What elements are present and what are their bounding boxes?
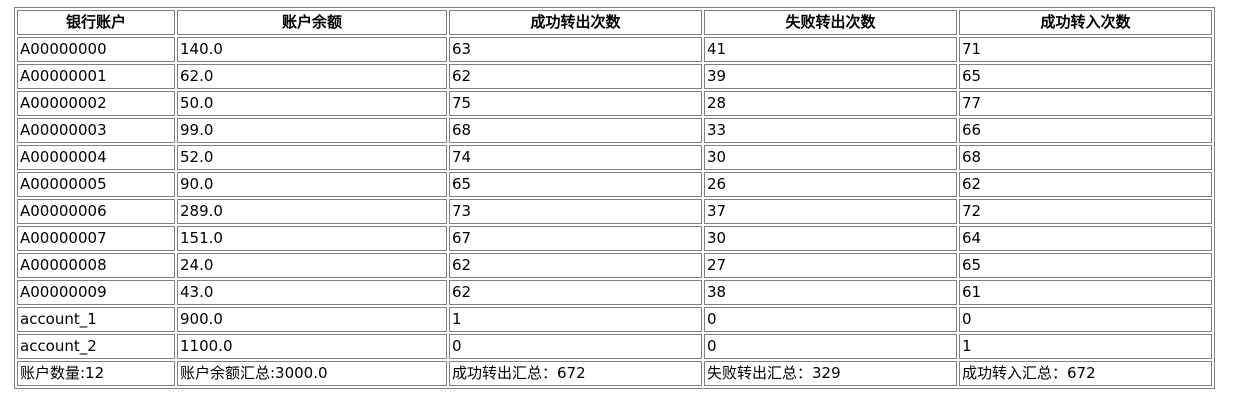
cell-balance: 140.0: [177, 37, 447, 62]
cell-success-out: 63: [449, 37, 702, 62]
summary-failed-out-total: 失败转出汇总：329: [704, 361, 957, 386]
header-failed-out: 失败转出次数: [704, 10, 957, 35]
table-row: A00000007 151.0 67 30 64: [17, 226, 1212, 251]
cell-success-out: 67: [449, 226, 702, 251]
cell-success-in: 66: [959, 118, 1212, 143]
header-success-out: 成功转出次数: [449, 10, 702, 35]
table-row: A00000001 62.0 62 39 65: [17, 64, 1212, 89]
cell-failed-out: 38: [704, 280, 957, 305]
table-row: A00000003 99.0 68 33 66: [17, 118, 1212, 143]
cell-success-out: 68: [449, 118, 702, 143]
cell-balance: 52.0: [177, 145, 447, 170]
cell-account: account_2: [17, 334, 175, 359]
summary-success-in-total: 成功转入汇总：672: [959, 361, 1212, 386]
cell-success-in: 68: [959, 145, 1212, 170]
cell-success-in: 61: [959, 280, 1212, 305]
cell-success-out: 73: [449, 199, 702, 224]
cell-account: A00000001: [17, 64, 175, 89]
cell-account: A00000009: [17, 280, 175, 305]
table-row: account_1 900.0 1 0 0: [17, 307, 1212, 332]
cell-account: A00000004: [17, 145, 175, 170]
cell-success-in: 65: [959, 253, 1212, 278]
cell-success-out: 0: [449, 334, 702, 359]
cell-failed-out: 30: [704, 226, 957, 251]
cell-account: A00000008: [17, 253, 175, 278]
cell-balance: 90.0: [177, 172, 447, 197]
cell-account: A00000007: [17, 226, 175, 251]
summary-success-out-total: 成功转出汇总：672: [449, 361, 702, 386]
cell-balance: 43.0: [177, 280, 447, 305]
cell-balance: 50.0: [177, 91, 447, 116]
cell-success-in: 72: [959, 199, 1212, 224]
cell-balance: 900.0: [177, 307, 447, 332]
table-row: A00000009 43.0 62 38 61: [17, 280, 1212, 305]
header-account: 银行账户: [17, 10, 175, 35]
cell-success-out: 1: [449, 307, 702, 332]
cell-account: A00000000: [17, 37, 175, 62]
cell-success-out: 62: [449, 253, 702, 278]
cell-account: A00000003: [17, 118, 175, 143]
cell-failed-out: 0: [704, 334, 957, 359]
header-balance: 账户余额: [177, 10, 447, 35]
cell-success-out: 62: [449, 280, 702, 305]
cell-balance: 151.0: [177, 226, 447, 251]
cell-success-in: 65: [959, 64, 1212, 89]
summary-row: 账户数量:12 账户余额汇总:3000.0 成功转出汇总：672 失败转出汇总：…: [17, 361, 1212, 386]
table-row: account_2 1100.0 0 0 1: [17, 334, 1212, 359]
summary-balance-total: 账户余额汇总:3000.0: [177, 361, 447, 386]
cell-failed-out: 27: [704, 253, 957, 278]
cell-account: A00000006: [17, 199, 175, 224]
cell-success-in: 71: [959, 37, 1212, 62]
cell-failed-out: 26: [704, 172, 957, 197]
cell-balance: 99.0: [177, 118, 447, 143]
table-row: A00000008 24.0 62 27 65: [17, 253, 1212, 278]
cell-balance: 1100.0: [177, 334, 447, 359]
cell-failed-out: 30: [704, 145, 957, 170]
summary-account-count: 账户数量:12: [17, 361, 175, 386]
cell-balance: 24.0: [177, 253, 447, 278]
cell-success-in: 64: [959, 226, 1212, 251]
table-row: A00000004 52.0 74 30 68: [17, 145, 1212, 170]
cell-success-in: 77: [959, 91, 1212, 116]
cell-success-in: 0: [959, 307, 1212, 332]
cell-account: A00000005: [17, 172, 175, 197]
cell-success-out: 65: [449, 172, 702, 197]
cell-failed-out: 41: [704, 37, 957, 62]
table-row: A00000006 289.0 73 37 72: [17, 199, 1212, 224]
accounts-table-container: 银行账户 账户余额 成功转出次数 失败转出次数 成功转入次数 A00000000…: [14, 7, 1215, 389]
cell-account: A00000002: [17, 91, 175, 116]
cell-success-in: 62: [959, 172, 1212, 197]
table-row: A00000005 90.0 65 26 62: [17, 172, 1212, 197]
accounts-table: 银行账户 账户余额 成功转出次数 失败转出次数 成功转入次数 A00000000…: [14, 7, 1215, 389]
header-success-in: 成功转入次数: [959, 10, 1212, 35]
cell-success-out: 74: [449, 145, 702, 170]
table-header-row: 银行账户 账户余额 成功转出次数 失败转出次数 成功转入次数: [17, 10, 1212, 35]
cell-failed-out: 33: [704, 118, 957, 143]
cell-account: account_1: [17, 307, 175, 332]
cell-failed-out: 0: [704, 307, 957, 332]
table-row: A00000000 140.0 63 41 71: [17, 37, 1212, 62]
cell-failed-out: 28: [704, 91, 957, 116]
cell-balance: 289.0: [177, 199, 447, 224]
cell-failed-out: 37: [704, 199, 957, 224]
table-row: A00000002 50.0 75 28 77: [17, 91, 1212, 116]
cell-success-in: 1: [959, 334, 1212, 359]
cell-balance: 62.0: [177, 64, 447, 89]
cell-success-out: 62: [449, 64, 702, 89]
cell-failed-out: 39: [704, 64, 957, 89]
cell-success-out: 75: [449, 91, 702, 116]
